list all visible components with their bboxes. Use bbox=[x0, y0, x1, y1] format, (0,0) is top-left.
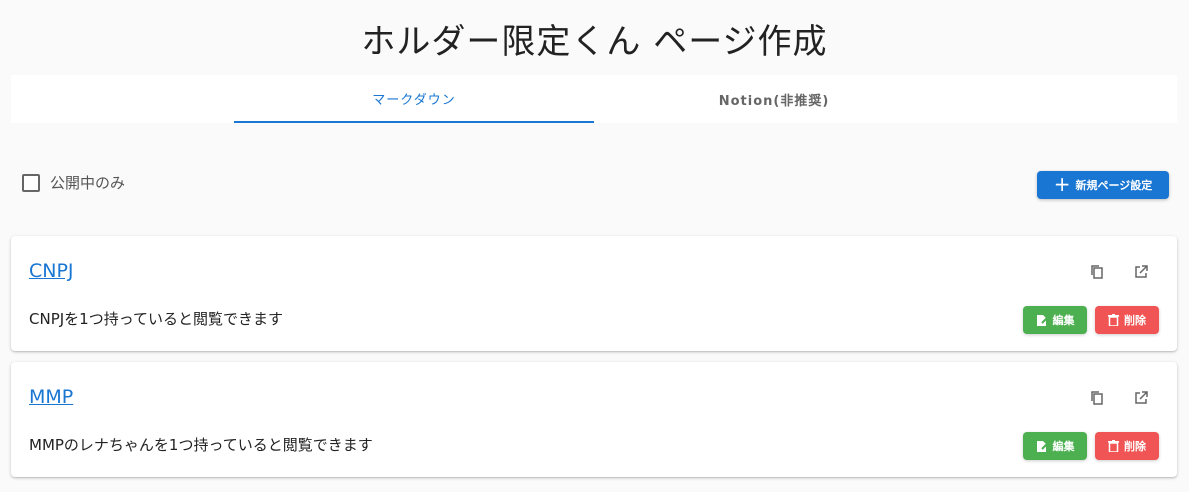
page-title: ホルダー限定くん ページ作成 bbox=[361, 22, 828, 62]
published-only-filter[interactable]: 公開中のみ bbox=[22, 172, 125, 193]
tab-markdown[interactable]: マークダウン bbox=[234, 75, 594, 123]
copy-icon[interactable] bbox=[1087, 262, 1107, 282]
page-card: CNPJ CNPJを1つ持っていると閲覧できます 編集 削除 bbox=[11, 236, 1177, 351]
published-only-checkbox[interactable] bbox=[22, 173, 40, 192]
copy-icon[interactable] bbox=[1087, 388, 1107, 408]
edit-button[interactable]: 編集 bbox=[1023, 432, 1087, 460]
page-card-description: MMPのレナちゃんを1つ持っていると閲覧できます bbox=[29, 436, 373, 454]
page-card: MMP MMPのレナちゃんを1つ持っていると閲覧できます 編集 削除 bbox=[11, 362, 1177, 477]
page-card-description: CNPJを1つ持っていると閲覧できます bbox=[29, 310, 283, 328]
tab-notion[interactable]: Notion(非推奨) bbox=[594, 75, 954, 123]
edit-icon bbox=[1036, 314, 1048, 326]
delete-button-label: 削除 bbox=[1124, 440, 1146, 453]
tab-bar: マークダウン Notion(非推奨) bbox=[11, 75, 1177, 123]
new-page-button-label: 新規ページ設定 bbox=[1075, 179, 1153, 192]
page-card-title[interactable]: CNPJ bbox=[29, 260, 74, 282]
delete-button-label: 削除 bbox=[1124, 314, 1146, 327]
edit-button[interactable]: 編集 bbox=[1023, 306, 1087, 334]
page-card-title[interactable]: MMP bbox=[29, 386, 73, 408]
new-page-button[interactable]: + 新規ページ設定 bbox=[1037, 171, 1169, 199]
delete-button[interactable]: 削除 bbox=[1095, 306, 1159, 334]
published-only-label: 公開中のみ bbox=[50, 174, 126, 192]
plus-icon: + bbox=[1053, 172, 1071, 196]
edit-button-label: 編集 bbox=[1052, 440, 1075, 453]
delete-button[interactable]: 削除 bbox=[1095, 432, 1159, 460]
trash-icon bbox=[1108, 440, 1119, 452]
edit-button-label: 編集 bbox=[1052, 314, 1075, 327]
open-external-icon[interactable] bbox=[1131, 388, 1151, 408]
trash-icon bbox=[1108, 314, 1119, 326]
edit-icon bbox=[1036, 440, 1048, 452]
open-external-icon[interactable] bbox=[1131, 262, 1151, 282]
